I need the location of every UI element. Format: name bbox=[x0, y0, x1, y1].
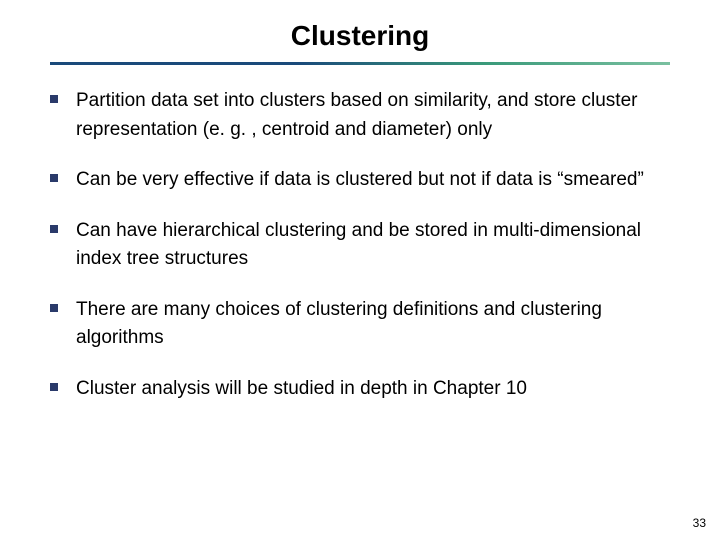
bullet-text: Cluster analysis will be studied in dept… bbox=[76, 375, 527, 404]
bullet-list: Partition data set into clusters based o… bbox=[50, 87, 670, 403]
page-number: 33 bbox=[693, 516, 706, 530]
square-bullet-icon bbox=[50, 304, 58, 312]
bullet-text: Partition data set into clusters based o… bbox=[76, 87, 670, 144]
bullet-text: Can be very effective if data is cluster… bbox=[76, 166, 644, 195]
square-bullet-icon bbox=[50, 225, 58, 233]
list-item: There are many choices of clustering def… bbox=[50, 296, 670, 353]
list-item: Partition data set into clusters based o… bbox=[50, 87, 670, 144]
square-bullet-icon bbox=[50, 383, 58, 391]
bullet-text: Can have hierarchical clustering and be … bbox=[76, 217, 670, 274]
page-title: Clustering bbox=[50, 20, 670, 52]
bullet-text: There are many choices of clustering def… bbox=[76, 296, 670, 353]
slide: Clustering Partition data set into clust… bbox=[0, 0, 720, 540]
square-bullet-icon bbox=[50, 95, 58, 103]
square-bullet-icon bbox=[50, 174, 58, 182]
list-item: Can be very effective if data is cluster… bbox=[50, 166, 670, 195]
list-item: Cluster analysis will be studied in dept… bbox=[50, 375, 670, 404]
title-underline bbox=[50, 62, 670, 65]
list-item: Can have hierarchical clustering and be … bbox=[50, 217, 670, 274]
